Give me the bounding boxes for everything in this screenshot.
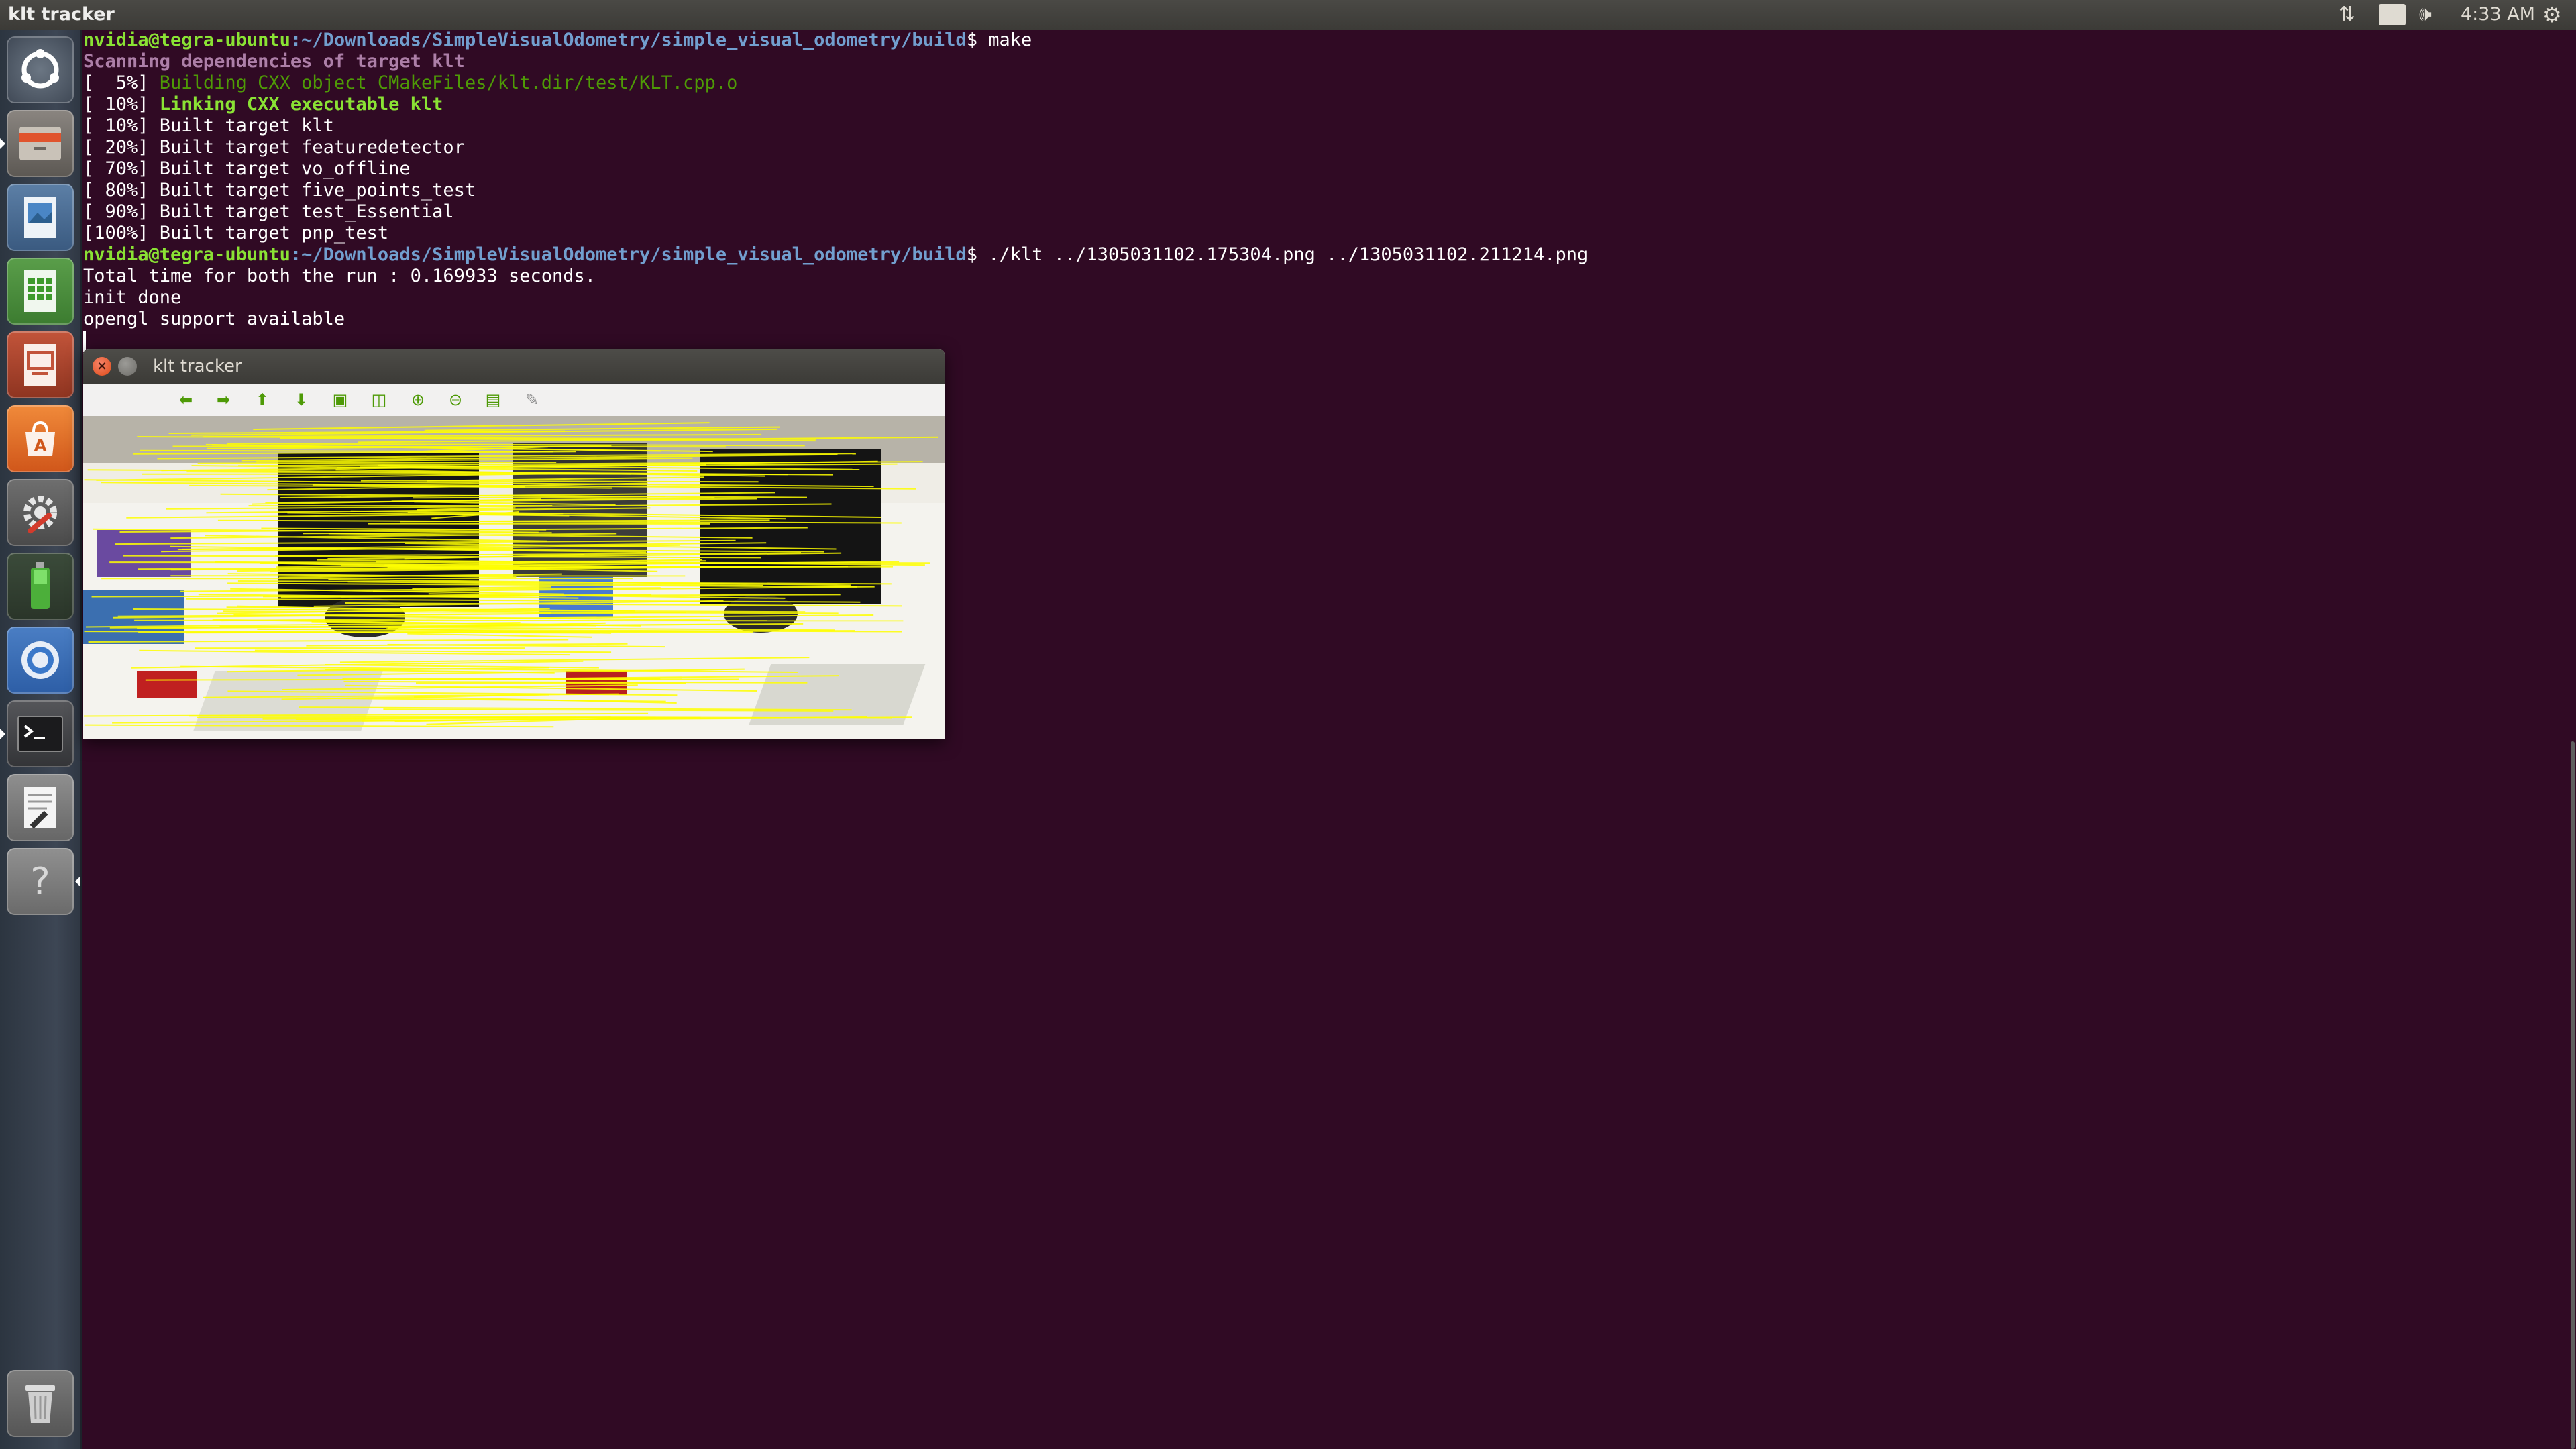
link-text: Linking CXX executable klt (159, 94, 443, 115)
svg-text:?: ? (30, 860, 50, 904)
klt-tracker-window[interactable]: × klt tracker ⬅ ➡ ⬆ ⬇ ▣ ◫ ⊕ ⊖ ▤ ✎ (83, 349, 945, 739)
pan-right-button[interactable]: ➡ (212, 389, 235, 411)
svg-text:A: A (34, 436, 47, 455)
prompt-user: nvidia@tegra-ubuntu (83, 244, 290, 265)
save-image-button[interactable]: ▤ (482, 389, 504, 411)
terminal-line-built: [ 10%] Built target klt (83, 115, 334, 136)
terminal-icon[interactable] (7, 700, 74, 767)
terminal-line-output: init done (83, 287, 182, 308)
build-progress: [ 5%] (83, 72, 160, 93)
dash-home-icon[interactable] (7, 36, 74, 103)
terminal-line-built: [100%] Built target pnp_test (83, 223, 389, 244)
sound-icon[interactable]: 🕪 (2419, 0, 2432, 30)
network-icon[interactable]: ⇅ (2339, 0, 2355, 30)
terminal-line-output: opengl support available (83, 309, 345, 329)
zoom-out-button[interactable]: ⊖ (444, 389, 467, 411)
launcher: A ? (0, 30, 82, 1449)
help-icon[interactable]: ? (7, 848, 74, 915)
launcher-running-pip (0, 138, 5, 149)
terminal-line-built: [ 70%] Built target vo_offline (83, 158, 411, 179)
zoom-fit-button[interactable]: ▣ (329, 389, 352, 411)
software-center-icon[interactable]: A (7, 405, 74, 472)
system-menu-gear-icon[interactable]: ⚙ (2542, 0, 2562, 30)
clock[interactable]: 4:33 AM (2461, 0, 2535, 30)
terminal-output[interactable]: nvidia@tegra-ubuntu:~/Downloads/SimpleVi… (82, 30, 2576, 1449)
terminal-line-built: [ 80%] Built target five_points_test (83, 180, 476, 201)
link-progress: [ 10%] (83, 94, 160, 115)
files-icon[interactable] (7, 110, 74, 177)
zoom-original-button[interactable]: ◫ (368, 389, 390, 411)
launcher-running-pip (0, 729, 5, 739)
image-viewer-icon[interactable] (7, 184, 74, 251)
keyboard-layout-indicator[interactable]: En (2379, 4, 2406, 25)
pan-left-button[interactable]: ⬅ (174, 389, 197, 411)
scene-monitor-right (700, 449, 881, 604)
prompt-path: :~/Downloads/SimpleVisualOdometry/simple… (290, 30, 967, 50)
pan-down-button[interactable]: ⬇ (290, 389, 313, 411)
terminal-line-output: Total time for both the run : 0.169933 s… (83, 266, 596, 286)
active-window-title: klt tracker (8, 4, 115, 25)
klt-image-canvas[interactable] (83, 416, 945, 739)
command-run-klt: $ ./klt ../1305031102.175304.png ../1305… (966, 244, 1589, 265)
window-minimize-button[interactable] (118, 357, 137, 376)
terminal-line: nvidia@tegra-ubuntu:~/Downloads/SimpleVi… (83, 30, 2576, 51)
terminal-line-link: [ 10%] Linking CXX executable klt (83, 94, 2576, 115)
trash-icon[interactable] (7, 1370, 74, 1437)
window-close-button[interactable]: × (93, 357, 111, 376)
zoom-in-button[interactable]: ⊕ (407, 389, 429, 411)
terminal-scrollbar[interactable] (2571, 741, 2575, 1449)
tracking-visualization (83, 416, 945, 739)
system-settings-icon[interactable] (7, 479, 74, 546)
pan-up-button[interactable]: ⬆ (251, 389, 274, 411)
text-cursor (83, 331, 86, 352)
terminal-line-scan: Scanning dependencies of target klt (83, 51, 465, 72)
terminal-line-build: [ 5%] Building CXX object CMakeFiles/klt… (83, 72, 2576, 94)
top-panel: klt tracker ⇅ En 🕪 4:33 AM ⚙ (0, 0, 2576, 30)
presentation-icon[interactable] (7, 331, 74, 398)
spreadsheet-icon[interactable] (7, 258, 74, 325)
prompt-path: :~/Downloads/SimpleVisualOdometry/simple… (290, 244, 967, 265)
terminal-line-built: [ 20%] Built target featuredetector (83, 137, 465, 158)
klt-toolbar: ⬅ ➡ ⬆ ⬇ ▣ ◫ ⊕ ⊖ ▤ ✎ (83, 384, 945, 416)
klt-window-title: klt tracker (153, 356, 242, 376)
chromium-icon[interactable] (7, 627, 74, 694)
klt-window-titlebar[interactable]: × klt tracker (83, 349, 945, 384)
text-editor-icon[interactable] (7, 774, 74, 841)
battery-tool-icon[interactable] (7, 553, 74, 620)
terminal-line-built: [ 90%] Built target test_Essential (83, 201, 454, 222)
launcher-focus-pip (75, 876, 80, 887)
command-make: $ make (966, 30, 1032, 50)
build-text: Building CXX object CMakeFiles/klt.dir/t… (159, 72, 738, 93)
properties-button[interactable]: ✎ (521, 389, 543, 411)
prompt-user: nvidia@tegra-ubuntu (83, 30, 290, 50)
terminal-line: nvidia@tegra-ubuntu:~/Downloads/SimpleVi… (83, 244, 2576, 266)
scene-red-object (137, 671, 197, 698)
scene-keyboard-right (749, 664, 926, 724)
